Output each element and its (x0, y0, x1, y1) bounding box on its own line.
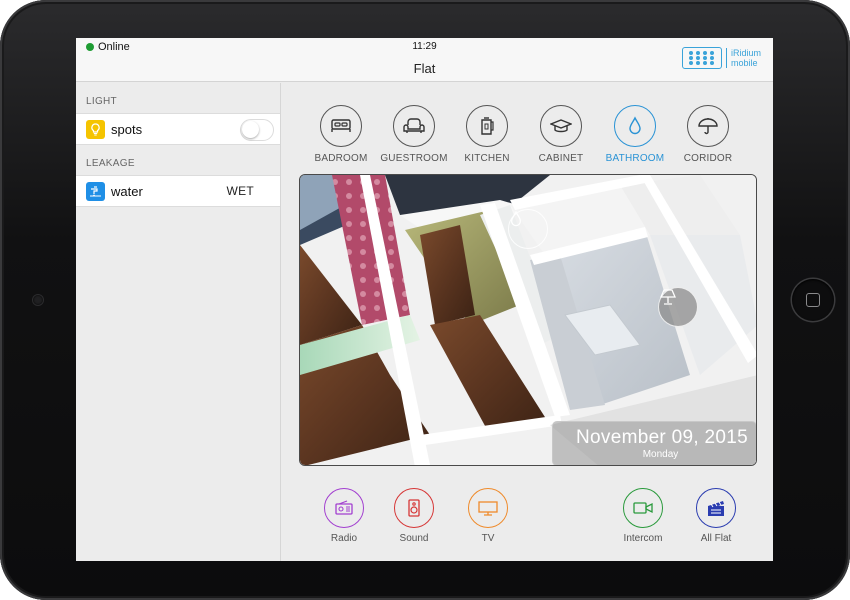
water-label: water (111, 183, 143, 199)
video-camera-icon (623, 488, 663, 528)
spots-toggle[interactable] (240, 119, 274, 141)
sidebar-item-spots[interactable]: spots (76, 113, 280, 145)
home-button[interactable] (792, 279, 834, 321)
date-display: November 09, 2015 Monday (552, 421, 756, 465)
date-text: November 09, 2015 (576, 427, 748, 448)
button-label: All Flat (700, 533, 732, 544)
clapperboard-icon (696, 488, 736, 528)
room-kitchen[interactable]: KITCHEN (452, 105, 522, 164)
kettle-icon (466, 105, 508, 147)
iridium-logo-mark-icon (681, 47, 722, 69)
ipad-frame: Online 11:29 Flat iRidium mobile LIGHT s… (0, 0, 850, 600)
all-flat-button[interactable]: All Flat (686, 488, 746, 544)
home-square-icon (806, 293, 820, 307)
room-label: CABINET (538, 153, 584, 164)
speaker-icon (394, 488, 434, 528)
room-guestroom[interactable]: GUESTROOM (379, 105, 449, 164)
room-label: GUESTROOM (380, 153, 448, 164)
front-camera (33, 295, 43, 305)
intercom-button[interactable]: Intercom (613, 488, 673, 544)
faucet-icon (86, 181, 105, 201)
room-label: KITCHEN (464, 153, 510, 164)
weekday-text: Monday (642, 449, 679, 460)
umbrella-icon (687, 105, 729, 147)
button-label: TV (481, 533, 495, 544)
button-label: Sound (399, 533, 429, 544)
room-label: CORIDOR (683, 153, 733, 164)
status-clock: 11:29 (412, 41, 437, 52)
media-buttons: Radio Sound TV Intercom All Flat (76, 488, 773, 548)
water-status-value: WET (226, 184, 254, 198)
lamp-icon[interactable] (658, 287, 698, 327)
room-coridor[interactable]: CORIDOR (673, 105, 743, 164)
section-header-light: LIGHT (86, 96, 117, 107)
bed-icon (320, 105, 362, 147)
tv-icon (468, 488, 508, 528)
room-label: BADROOM (314, 153, 368, 164)
section-header-leakage: LEAKAGE (86, 158, 135, 169)
radio-button[interactable]: Radio (314, 488, 374, 544)
water-drop-icon[interactable] (508, 209, 548, 249)
armchair-icon (393, 105, 435, 147)
apartment-3d-plan[interactable]: November 09, 2015 Monday (299, 174, 757, 466)
room-badroom[interactable]: BADROOM (306, 105, 376, 164)
spots-label: spots (111, 121, 143, 137)
lightbulb-icon (86, 119, 105, 139)
button-label: Radio (330, 533, 358, 544)
page-title: Flat (413, 61, 436, 76)
button-label: Intercom (623, 533, 663, 544)
radio-icon (324, 488, 364, 528)
sidebar-item-water[interactable]: water WET (76, 175, 280, 207)
iridium-logo: iRidium mobile (681, 47, 761, 69)
tv-button[interactable]: TV (458, 488, 518, 544)
room-cabinet[interactable]: CABINET (526, 105, 596, 164)
top-bar: Online 11:29 Flat iRidium mobile (76, 38, 773, 82)
app-screen: Online 11:29 Flat iRidium mobile LIGHT s… (76, 38, 773, 561)
room-label: BATHROOM (605, 153, 665, 164)
water-drop-icon (614, 105, 656, 147)
toggle-knob (242, 121, 259, 138)
room-bathroom[interactable]: BATHROOM (600, 105, 670, 164)
sound-button[interactable]: Sound (384, 488, 444, 544)
graduation-cap-icon (540, 105, 582, 147)
room-selector: BADROOM GUESTROOM KITCHEN CABINET BATHRO… (306, 105, 746, 165)
iridium-logo-text: iRidium mobile (725, 48, 761, 68)
